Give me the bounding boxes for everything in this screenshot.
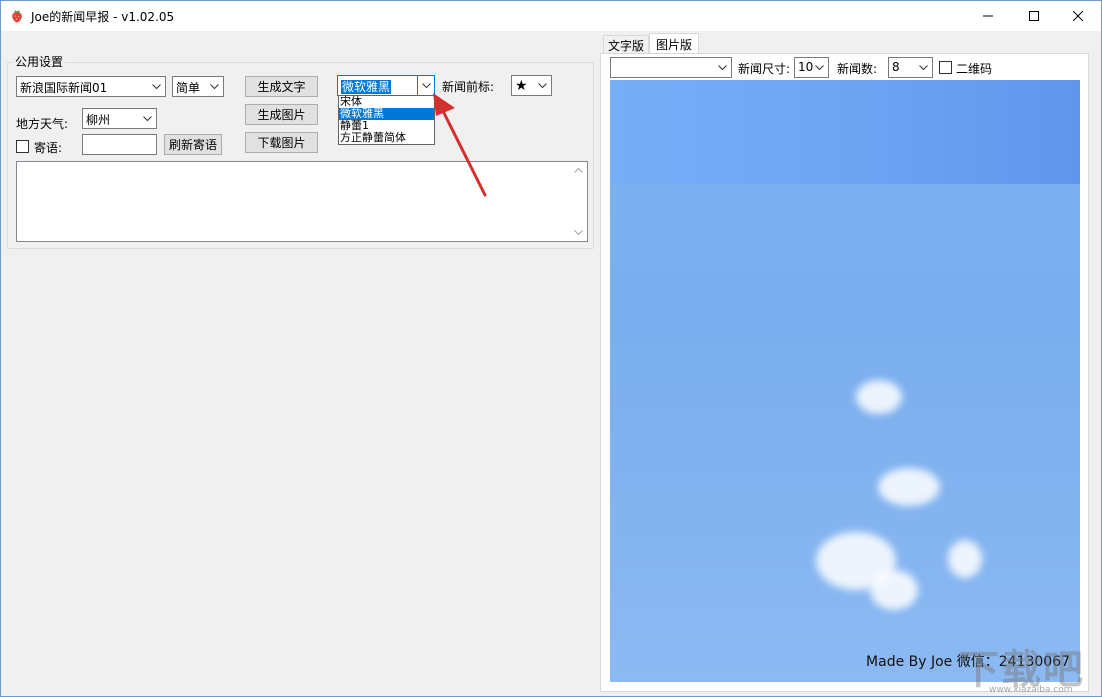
news-count-value: 8 (892, 60, 900, 74)
close-button[interactable] (1055, 1, 1101, 31)
scroll-down-icon[interactable] (570, 224, 587, 241)
chevron-down-icon (811, 58, 828, 77)
language-value: 简单 (176, 81, 201, 95)
chevron-down-icon (139, 109, 156, 128)
chevron-down-icon (534, 76, 551, 95)
chevron-down-icon (206, 77, 223, 96)
generate-image-button[interactable]: 生成图片 (245, 104, 318, 125)
news-size-label: 新闻尺寸: (738, 62, 791, 76)
qrcode-label: 二维码 (956, 62, 993, 76)
weather-label: 地方天气: (16, 117, 69, 131)
cloud (948, 540, 982, 578)
app-window: Joe的新闻早报 - v1.02.05 公用设置 新浪国际新闻01 简单 生成文… (0, 0, 1102, 697)
message-checkbox[interactable] (16, 140, 29, 153)
message-label: 寄语: (34, 141, 63, 155)
preview-header-band (610, 80, 1080, 184)
chevron-down-icon (714, 58, 731, 77)
weather-city-combo[interactable]: 柳州 (82, 108, 157, 129)
download-image-button[interactable]: 下载图片 (245, 132, 318, 153)
text-area-scrollbar[interactable] (570, 162, 587, 241)
font-combo-value: 微软雅黑 (341, 80, 392, 94)
title-bar: Joe的新闻早报 - v1.02.05 (1, 1, 1101, 31)
watermark-small-text: www.xiazaiba.com (989, 685, 1073, 695)
tab-text-version[interactable]: 文字版 (603, 35, 649, 54)
window-title: Joe的新闻早报 - v1.02.05 (31, 10, 175, 24)
font-option-fangzheng-jinglei[interactable]: 方正静蕾简体 (339, 132, 434, 144)
generate-text-button[interactable]: 生成文字 (245, 76, 318, 97)
scroll-up-icon[interactable] (570, 162, 587, 179)
weather-city-value: 柳州 (86, 113, 111, 127)
maximize-button[interactable] (1011, 1, 1057, 31)
news-count-combo[interactable]: 8 (888, 57, 933, 78)
refresh-message-button[interactable]: 刷新寄语 (164, 134, 222, 155)
tab-image-version[interactable]: 图片版 (649, 33, 699, 54)
close-icon (1073, 11, 1083, 21)
strawberry-icon (10, 9, 24, 23)
chevron-down-icon (915, 58, 932, 77)
news-prefix-combo[interactable]: ★ (511, 75, 552, 96)
language-combo[interactable]: 简单 (172, 76, 224, 97)
minimize-icon (983, 15, 993, 17)
news-source-combo[interactable]: 新浪国际新闻01 (16, 76, 166, 97)
cloud (856, 380, 902, 414)
minimize-button[interactable] (965, 1, 1011, 31)
cloud (878, 468, 940, 506)
news-size-combo[interactable]: 10 (794, 57, 829, 78)
news-text-area[interactable] (16, 161, 588, 242)
news-image-preview: Made By Joe 微信：24130067 (610, 80, 1080, 682)
maximize-icon (1029, 11, 1039, 21)
news-source-value: 新浪国际新闻01 (20, 81, 108, 95)
annotation-arrow (433, 93, 487, 197)
site-watermark: 下载吧 www.xiazaiba.com (959, 637, 1099, 695)
qrcode-checkbox[interactable] (939, 61, 952, 74)
settings-group-title: 公用设置 (13, 53, 66, 70)
news-count-label: 新闻数: (837, 62, 878, 76)
news-prefix-value: ★ (515, 78, 528, 94)
chevron-down-icon (148, 77, 165, 96)
cloud (870, 570, 918, 610)
message-input[interactable] (82, 134, 157, 155)
style-combo[interactable] (610, 57, 732, 78)
